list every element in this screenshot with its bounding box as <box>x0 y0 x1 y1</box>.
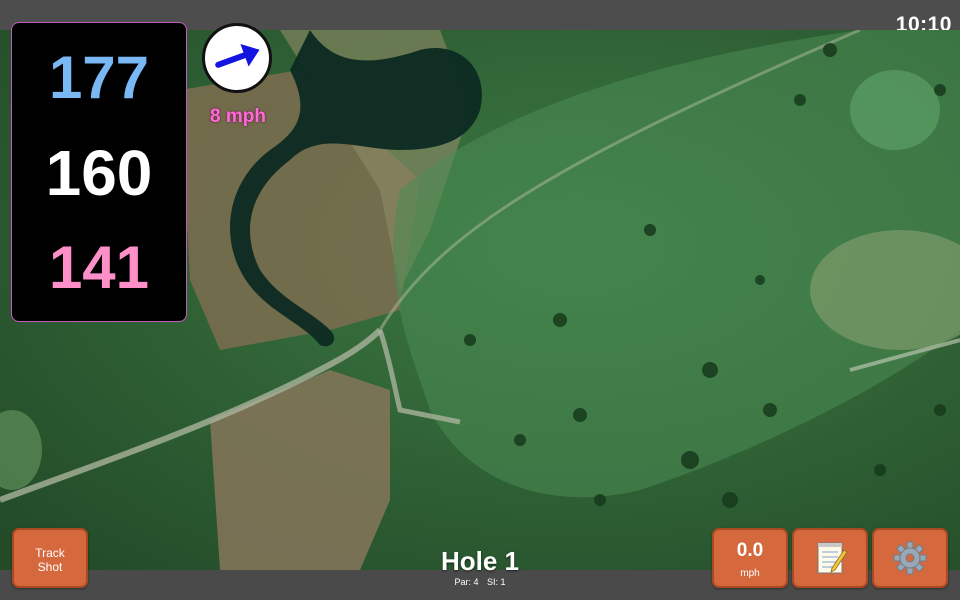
wind-speed-label: 8 mph <box>210 106 266 127</box>
back-distance: 177 <box>48 44 150 111</box>
notepad-icon <box>817 542 848 574</box>
wind-speed-button[interactable]: 0.0 mph <box>712 528 788 588</box>
gear-icon <box>893 541 927 575</box>
wind-speed-unit: mph <box>740 568 760 579</box>
center-distance: 160 <box>45 137 153 209</box>
wind-speed-value: 0.0 <box>736 540 764 561</box>
track-shot-button[interactable]: Track Shot <box>12 528 88 588</box>
stroke-index-label: SI: 1 <box>487 577 506 587</box>
wind-arrow-icon <box>215 43 260 68</box>
notes-button[interactable] <box>792 528 868 588</box>
yardage-panel: 177 160 141 <box>11 22 187 322</box>
par-label: Par: 4 <box>454 577 479 587</box>
wind-direction-indicator <box>202 23 272 93</box>
settings-button[interactable] <box>872 528 948 588</box>
track-shot-label-line2: Shot <box>37 560 63 574</box>
track-shot-label-line1: Track <box>35 546 65 560</box>
hole-info: Par: 4 SI: 1 <box>380 578 580 587</box>
hole-title: Hole 1 <box>440 546 520 576</box>
front-distance: 141 <box>48 234 150 301</box>
